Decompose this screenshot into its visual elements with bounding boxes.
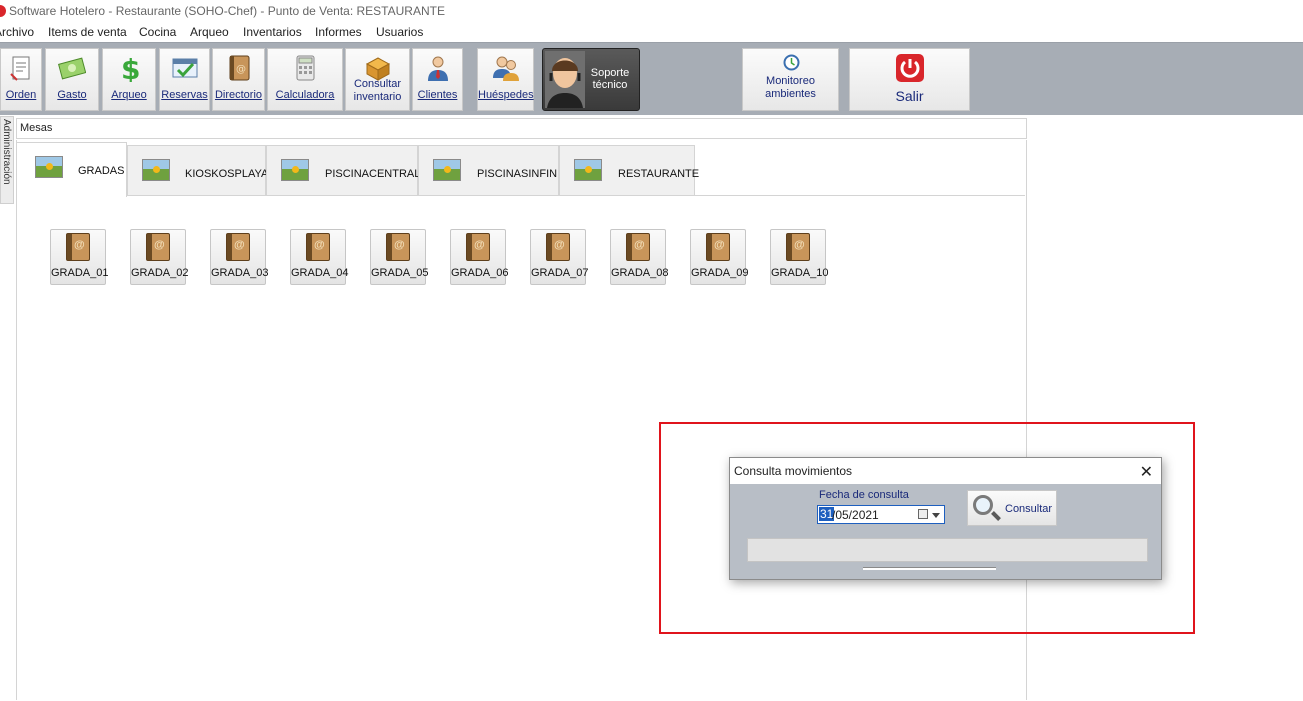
table-button[interactable]: GRADA_02: [130, 229, 188, 285]
consultar-button[interactable]: Consultar: [967, 490, 1057, 526]
clientes-button[interactable]: Clientes: [412, 48, 463, 111]
address-book-icon: [626, 233, 650, 261]
mesas-tabstrip: GRADAS KIOSKOSPLAYA PISCINACENTRAL PISCI…: [16, 142, 1025, 197]
tab-piscinasinfin[interactable]: PISCINASINFIN: [418, 145, 559, 196]
menu-arqueo[interactable]: Arqueo: [190, 25, 229, 39]
address-book-icon: [226, 233, 250, 261]
close-icon[interactable]: ✕: [1140, 462, 1153, 482]
orden-button[interactable]: Orden: [0, 48, 42, 111]
table-button[interactable]: GRADA_07: [530, 229, 588, 285]
monitor-clock-icon: [783, 54, 800, 71]
consultar-inventario-button[interactable]: Consultar inventario: [345, 48, 410, 111]
progress-bar: [747, 538, 1148, 562]
window-title: Software Hotelero - Restaurante (SOHO-Ch…: [9, 4, 445, 18]
date-rest: /05/2021: [832, 508, 879, 522]
table-button[interactable]: GRADA_06: [450, 229, 508, 285]
address-book-icon: [706, 233, 730, 261]
address-book-icon: [306, 233, 330, 261]
address-book-icon: [786, 233, 810, 261]
menu-cocina[interactable]: Cocina: [139, 25, 176, 39]
picture-icon: [142, 159, 170, 181]
menu-usuarios[interactable]: Usuarios: [376, 25, 423, 39]
toolbar: Orden Gasto $ Arqueo Reservas @ Director…: [0, 42, 1303, 115]
consulta-movimientos-dialog: Consulta movimientos ✕ Fecha de consulta…: [729, 457, 1162, 580]
date-picker[interactable]: 31 /05/2021: [817, 505, 945, 524]
app-icon: [0, 5, 6, 17]
table-button[interactable]: GRADA_03: [210, 229, 268, 285]
address-book-icon: [466, 233, 490, 261]
salir-button[interactable]: Salir: [849, 48, 970, 111]
table-button[interactable]: GRADA_01: [50, 229, 108, 285]
client-person-icon: [427, 56, 448, 81]
tab-gradas[interactable]: GRADAS: [16, 142, 127, 197]
directorio-button[interactable]: @ Directorio: [212, 48, 265, 111]
table-button[interactable]: GRADA_04: [290, 229, 348, 285]
address-book-icon: [146, 233, 170, 261]
search-icon: [973, 495, 993, 515]
power-icon: [896, 54, 924, 82]
tab-restaurante[interactable]: RESTAURANTE: [559, 145, 699, 196]
address-book-icon: [386, 233, 410, 261]
dialog-divider: [863, 567, 996, 570]
picture-icon: [35, 156, 63, 178]
title-bar: Software Hotelero - Restaurante (SOHO-Ch…: [0, 0, 1303, 22]
calculadora-button[interactable]: Calculadora: [267, 48, 343, 111]
tab-kioskosplaya[interactable]: KIOSKOSPLAYA: [127, 145, 268, 196]
table-button[interactable]: GRADA_05: [370, 229, 428, 285]
monitoreo-ambientes-button[interactable]: Monitoreo ambientes: [742, 48, 839, 111]
picture-icon: [281, 159, 309, 181]
menu-inventarios[interactable]: Inventarios: [243, 25, 302, 39]
huespedes-button[interactable]: Huéspedes: [477, 48, 534, 111]
reservas-button[interactable]: Reservas: [159, 48, 210, 111]
soporte-tecnico-button[interactable]: Soporte técnico: [542, 48, 640, 111]
chevron-down-icon[interactable]: [932, 513, 940, 518]
menu-items-de-venta[interactable]: Items de venta: [48, 25, 127, 39]
arqueo-button[interactable]: $ Arqueo: [102, 48, 156, 111]
money-icon: [58, 57, 86, 80]
picture-icon: [574, 159, 602, 181]
table-button[interactable]: GRADA_08: [610, 229, 668, 285]
menu-bar: Archivo Items de venta Cocina Arqueo Inv…: [0, 22, 1303, 42]
fecha-label: Fecha de consulta: [819, 489, 909, 501]
dollar-icon: $: [121, 54, 140, 82]
address-book-icon: [546, 233, 570, 261]
dialog-title: Consulta movimientos: [734, 464, 853, 478]
picture-icon: [433, 159, 461, 181]
address-book-icon: @: [229, 55, 249, 81]
guests-icon: [492, 56, 519, 81]
svg-text:$: $: [121, 54, 140, 82]
calculator-icon: [296, 55, 315, 81]
mesas-header: Mesas: [16, 118, 1027, 139]
order-icon: [10, 56, 30, 81]
reservation-check-icon: [172, 58, 197, 78]
menu-informes[interactable]: Informes: [315, 25, 362, 39]
support-agent-icon: [545, 51, 585, 108]
tab-piscinacentral[interactable]: PISCINACENTRAL: [266, 145, 420, 196]
svg-text:@: @: [236, 64, 246, 75]
gasto-button[interactable]: Gasto: [45, 48, 99, 111]
address-book-icon: [66, 233, 90, 261]
administracion-side-tab[interactable]: Administración: [0, 116, 14, 204]
menu-archivo[interactable]: Archivo: [0, 25, 34, 39]
table-button[interactable]: GRADA_09: [690, 229, 748, 285]
calendar-icon[interactable]: [918, 509, 928, 519]
table-button[interactable]: GRADA_10: [770, 229, 828, 285]
dialog-title-bar: Consulta movimientos ✕: [730, 458, 1161, 484]
